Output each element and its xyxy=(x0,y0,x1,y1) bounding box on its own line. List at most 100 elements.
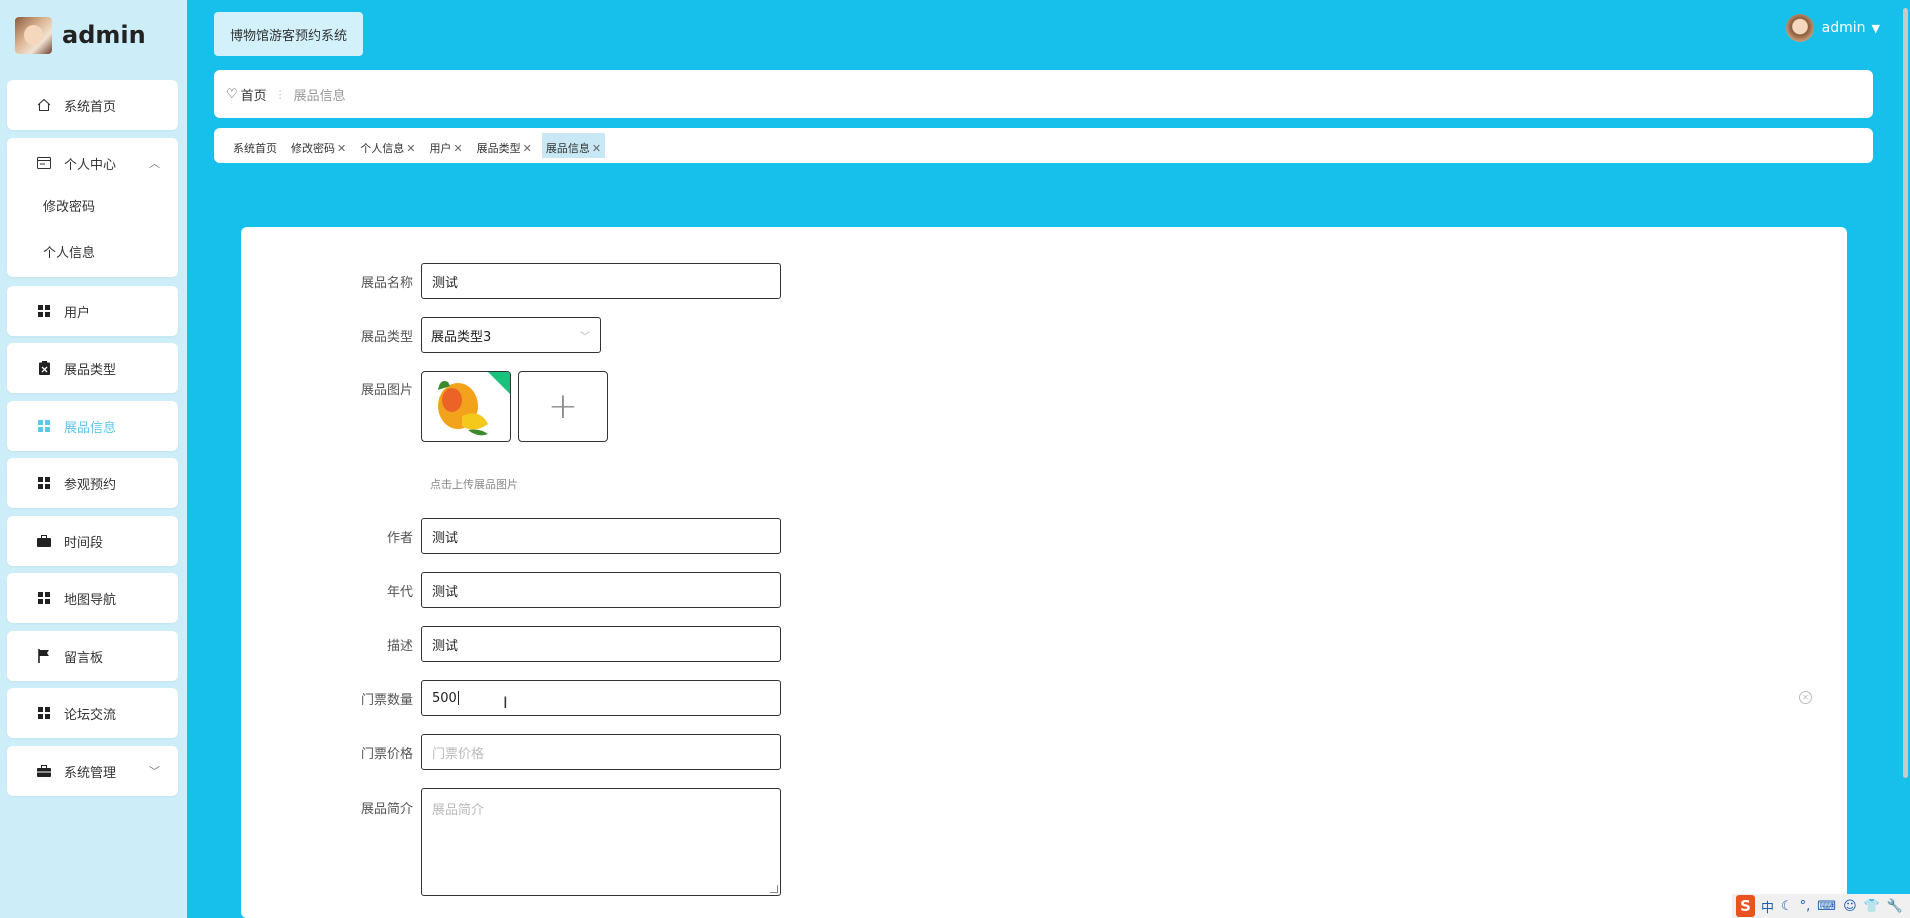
form-row-era: 年代 测试 xyxy=(241,572,781,608)
sidebar-item-label: 系统首页 xyxy=(64,99,117,115)
resize-grip-icon[interactable] xyxy=(770,885,778,893)
desc-input[interactable]: 测试 xyxy=(421,626,781,662)
clipboard-icon xyxy=(36,360,52,376)
exhibit-form: 展品名称 测试 展品类型 展品类型3 ﹀ 展品图片 + 点击上传展品图片 作者 … xyxy=(241,227,1847,918)
tag-exhibit-types[interactable]: 展品类型 ✕ xyxy=(473,140,536,158)
avatar xyxy=(1785,14,1814,42)
close-icon[interactable]: ✕ xyxy=(592,142,601,155)
sidebar-item-label: 论坛交流 xyxy=(64,707,117,723)
sidebar-item-label: 地图导航 xyxy=(64,592,117,608)
tag-home[interactable]: 系统首页 xyxy=(229,140,281,158)
exhibit-image-thumbnail[interactable] xyxy=(421,371,511,442)
form-row-tickets: 门票数量 500 xyxy=(241,680,781,716)
sidebar-item-exhibit-types[interactable]: 展品类型 xyxy=(7,343,178,393)
form-row-type: 展品类型 展品类型3 ﹀ xyxy=(241,317,601,353)
upload-tip: 点击上传展品图片 xyxy=(430,478,518,491)
era-input[interactable]: 测试 xyxy=(421,572,781,608)
sidebar-item-label: 展品信息 xyxy=(64,420,117,436)
chevron-up-icon: ︿ xyxy=(149,157,160,170)
close-icon[interactable]: ✕ xyxy=(406,142,415,155)
tags-view: 系统首页 修改密码 ✕ 个人信息 ✕ 用户 ✕ 展品类型 ✕ 展品信息 ✕ xyxy=(214,128,1873,163)
chevron-down-icon: ﹀ xyxy=(149,765,160,778)
intro-textarea[interactable]: 展品简介 xyxy=(421,788,781,896)
sidebar-item-map-nav[interactable]: 地图导航 xyxy=(7,573,178,623)
form-row-intro: 展品简介 展品简介 xyxy=(241,788,781,896)
sogou-logo-icon[interactable]: S xyxy=(1736,895,1755,917)
sidebar-item-exhibit-info[interactable]: 展品信息 xyxy=(7,401,178,451)
form-row-author: 作者 测试 xyxy=(241,518,781,554)
briefcase-icon xyxy=(36,533,52,549)
user-icon[interactable]: ☺ xyxy=(1843,899,1857,914)
sidebar-item-message-board[interactable]: 留言板 xyxy=(7,631,178,681)
chevron-down-icon: ﹀ xyxy=(580,331,590,343)
breadcrumb-current: 展品信息 xyxy=(293,88,346,104)
brand: admin xyxy=(0,0,187,70)
desc-label: 描述 xyxy=(386,638,413,654)
sidebar-item-personal[interactable]: 个人中心 ︿ xyxy=(7,138,178,188)
author-input[interactable]: 测试 xyxy=(421,518,781,554)
sidebar-item-label: 参观预约 xyxy=(64,477,117,493)
breadcrumb: ♡ 首页 ⋮ 展品信息 xyxy=(214,70,1873,118)
sidebar-item-label: 展品类型 xyxy=(64,362,117,378)
type-label: 展品类型 xyxy=(360,329,413,345)
wrench-icon[interactable]: 🔧 xyxy=(1887,899,1903,914)
intro-label: 展品简介 xyxy=(360,802,413,817)
tickets-input[interactable]: 500 xyxy=(421,680,781,716)
form-row-desc: 描述 测试 xyxy=(241,626,781,662)
grid-icon xyxy=(36,590,52,606)
tag-change-password[interactable]: 修改密码 ✕ xyxy=(287,140,350,158)
breadcrumb-home[interactable]: 首页 xyxy=(241,85,267,104)
brand-avatar xyxy=(15,16,52,54)
type-select-value: 展品类型3 xyxy=(431,329,492,345)
sidebar-item-label: 用户 xyxy=(64,305,91,321)
name-input[interactable]: 测试 xyxy=(421,263,781,299)
price-label: 门票价格 xyxy=(360,746,413,762)
sidebar-group-personal: 个人中心 ︿ 修改密码 个人信息 xyxy=(7,138,178,277)
clear-icon[interactable]: ✕ xyxy=(1799,691,1812,704)
intro-placeholder: 展品简介 xyxy=(432,803,485,818)
sidebar-item-time-slots[interactable]: 时间段 xyxy=(7,516,178,566)
brand-title: admin xyxy=(62,21,146,49)
sidebar-subitem-change-password[interactable]: 修改密码 xyxy=(7,182,178,228)
form-row-price: 门票价格 门票价格 xyxy=(241,734,781,770)
tag-personal-info[interactable]: 个人信息 ✕ xyxy=(356,140,419,158)
sidebar-item-system-management[interactable]: 系统管理 ﹀ xyxy=(7,746,178,796)
shirt-icon[interactable]: 👕 xyxy=(1864,899,1880,914)
close-icon[interactable]: ✕ xyxy=(523,142,532,155)
price-input[interactable]: 门票价格 xyxy=(421,734,781,770)
moon-icon[interactable]: ☾ xyxy=(1781,899,1793,914)
tag-users[interactable]: 用户 ✕ xyxy=(425,140,466,158)
image-label: 展品图片 xyxy=(360,383,413,398)
punctuation-icon[interactable]: °, xyxy=(1800,899,1811,914)
toolbox-icon xyxy=(36,763,52,779)
plus-icon: + xyxy=(547,386,579,427)
caret-down-icon: ▼ xyxy=(1871,21,1880,35)
sidebar-item-forum[interactable]: 论坛交流 xyxy=(7,688,178,738)
form-row-image: 展品图片 + xyxy=(241,371,608,442)
author-label: 作者 xyxy=(386,530,413,546)
ime-mode[interactable]: 中 xyxy=(1761,897,1774,916)
type-select[interactable]: 展品类型3 ﹀ xyxy=(421,317,601,353)
name-label: 展品名称 xyxy=(360,275,413,291)
sidebar-subitem-personal-info[interactable]: 个人信息 xyxy=(7,228,178,274)
keyboard-icon[interactable]: ⌨ xyxy=(1817,899,1836,914)
user-menu[interactable]: admin ▼ xyxy=(1785,14,1880,42)
upload-plus-button[interactable]: + xyxy=(518,371,608,442)
tag-exhibit-info[interactable]: 展品信息 ✕ xyxy=(541,133,606,158)
sidebar-item-home[interactable]: 系统首页 xyxy=(7,80,178,130)
close-icon[interactable]: ✕ xyxy=(337,142,346,155)
sidebar-item-label: 时间段 xyxy=(64,535,104,551)
sidebar-item-visit-booking[interactable]: 参观预约 xyxy=(7,458,178,508)
sidebar-item-label: 系统管理 xyxy=(64,765,117,781)
sidebar-item-users[interactable]: 用户 xyxy=(7,286,178,336)
flag-icon xyxy=(36,648,52,664)
form-row-name: 展品名称 测试 xyxy=(241,263,781,299)
sidebar-item-label: 留言板 xyxy=(64,650,104,666)
close-icon[interactable]: ✕ xyxy=(453,142,462,155)
sidebar-item-label: 个人中心 xyxy=(64,157,117,173)
grid-icon xyxy=(36,303,52,319)
breadcrumb-separator: ⋮ xyxy=(274,87,286,101)
era-label: 年代 xyxy=(386,584,413,600)
home-icon xyxy=(36,97,52,113)
page-scrollbar[interactable] xyxy=(1903,8,1908,778)
